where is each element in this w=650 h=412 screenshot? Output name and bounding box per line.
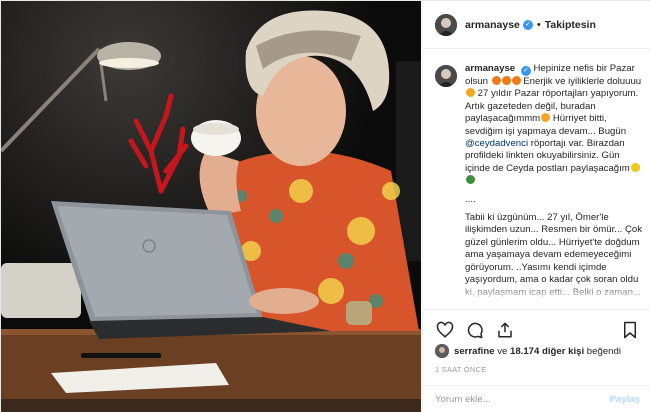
smile-emoji-icon [466,88,475,98]
verified-badge-icon: ✓ [520,66,531,76]
share-icon [498,322,512,337]
like-button[interactable] [433,318,457,342]
avatar-image-icon [435,344,449,358]
likes-count-link[interactable]: 18.174 diğer kişi [510,346,584,357]
liker-avatar[interactable] [435,344,449,358]
separator-dot: • [536,18,541,31]
comment-box: Paylaş [423,385,650,412]
fire-emoji-icon [511,76,521,85]
bookmark-icon [624,321,636,338]
liker-username-link[interactable]: serrafine [454,346,495,357]
post-sidebar: armanayse ✓ • Takiptesin armanayse ✓ Hep… [422,1,650,412]
comment-button[interactable] [463,318,487,342]
fire-emoji-icon [501,76,511,85]
photo-illustration [1,1,421,412]
action-bar [423,309,650,349]
mention-link[interactable]: @ceydadvenci [465,138,528,149]
avatar[interactable] [435,13,457,36]
caption-text: armanayse ✓ Hepinize nefis bir Pazar ols… [465,63,643,301]
avatar-image-icon [435,65,457,87]
car-emoji-icon [466,175,475,185]
post-timestamp[interactable]: 1 SAAT ÖNCE [435,365,487,374]
comment-input[interactable] [435,394,610,405]
heart-icon [436,321,454,338]
fire-emoji-icon [491,76,501,85]
caption-fade [435,283,643,301]
avatar[interactable] [435,65,457,87]
avatar-image-icon [435,13,457,36]
likes-joiner: ve [494,345,510,357]
post-photo[interactable] [1,1,421,412]
post-comment-button[interactable]: Paylaş [610,394,640,405]
caption-line: .... [465,193,476,205]
save-button[interactable] [618,318,642,342]
username-link[interactable]: armanayse [465,19,520,31]
instagram-post-dialog: armanayse ✓ • Takiptesin armanayse ✓ Hep… [0,0,650,412]
verified-badge-icon: ✓ [522,19,533,30]
share-button[interactable] [493,318,517,342]
follow-button[interactable]: Takiptesin [545,19,596,31]
muscle-emoji-icon [541,113,551,123]
caption-username-link[interactable]: armanayse [465,63,515,74]
caption-line: Enerjik ve iyiliklerle doluuuu [523,76,642,87]
likes-summary: serrafine ve 18.174 diğer kişi beğendi [435,344,621,358]
caption: armanayse ✓ Hepinize nefis bir Pazar ols… [435,63,643,301]
hand-emoji-icon [630,162,640,172]
post-header: armanayse ✓ • Takiptesin [423,1,650,49]
caption-line: 27 yıldır Pazar röportajları yapıyorum. … [465,88,639,125]
likes-suffix: beğendi [584,345,621,357]
comment-icon [467,322,483,338]
